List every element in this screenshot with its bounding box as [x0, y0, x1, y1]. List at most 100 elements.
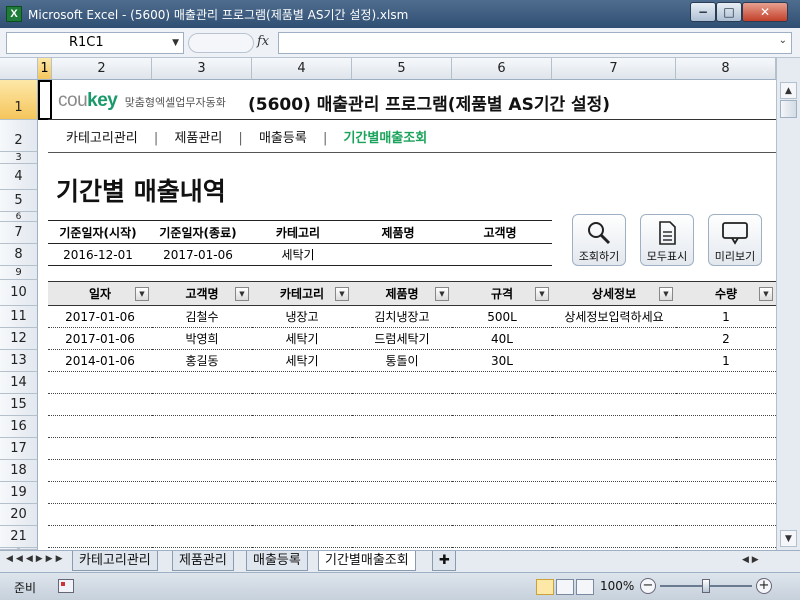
column-header[interactable]: 2	[52, 58, 152, 79]
preview-button[interactable]: 미리보기	[708, 214, 762, 266]
cell-spec[interactable]: 40L	[452, 327, 552, 350]
row-header[interactable]: 20	[0, 504, 38, 526]
nav-item-period-sales[interactable]: 기간별매출조회	[343, 131, 427, 146]
cell-product[interactable]: 김치냉장고	[352, 305, 452, 328]
cell-detail[interactable]	[552, 327, 676, 350]
vertical-scrollbar[interactable]: ▲ ▼	[776, 58, 800, 550]
page-layout-icon[interactable]	[556, 579, 574, 595]
empty-row[interactable]	[48, 525, 776, 548]
tab-navigation-icon[interactable]: ◀◀◀▶▶▶	[6, 554, 66, 564]
row-header[interactable]: 17	[0, 438, 38, 460]
cell-detail[interactable]: 상세정보입력하세요	[552, 305, 676, 328]
filter-dropdown-icon[interactable]: ▼	[535, 287, 549, 301]
row-header[interactable]: 15	[0, 394, 38, 416]
row-header[interactable]: 3	[0, 152, 38, 164]
zoom-slider-thumb[interactable]	[702, 579, 710, 593]
zoom-level[interactable]: 100%	[600, 579, 634, 593]
row-header[interactable]: 13	[0, 350, 38, 372]
column-header[interactable]: 1	[38, 58, 52, 79]
select-all-corner[interactable]	[0, 58, 38, 79]
cell-category[interactable]: 세탁기	[252, 327, 352, 350]
row-header[interactable]: 19	[0, 482, 38, 504]
maximize-button[interactable]: □	[716, 2, 742, 22]
row-header[interactable]: 1	[0, 80, 38, 120]
cell-product[interactable]: 통돌이	[352, 349, 452, 372]
row-header[interactable]: 6	[0, 212, 38, 222]
row-header[interactable]: 16	[0, 416, 38, 438]
sheet-tab-product[interactable]: 제품관리	[172, 551, 234, 571]
sheet-tab-sales-entry[interactable]: 매출등록	[246, 551, 308, 571]
show-all-button[interactable]: 모두표시	[640, 214, 694, 266]
empty-row[interactable]	[48, 437, 776, 460]
nav-item-category[interactable]: 카테고리관리	[66, 131, 138, 146]
insert-function-button[interactable]: fx	[257, 34, 269, 49]
table-row[interactable]: 2014-01-06 홍길동 세탁기 통돌이 30L 1	[48, 349, 776, 372]
expand-formula-icon[interactable]: ⌄	[779, 35, 787, 46]
scroll-down-icon[interactable]: ▼	[780, 530, 797, 547]
row-header[interactable]: 11	[0, 306, 38, 328]
cell-date[interactable]: 2014-01-06	[48, 349, 152, 372]
empty-row[interactable]	[48, 481, 776, 504]
row-header[interactable]: 4	[0, 164, 38, 190]
row-header[interactable]: 14	[0, 372, 38, 394]
table-row[interactable]: 2017-01-06 김철수 냉장고 김치냉장고 500L 상세정보입력하세요 …	[48, 305, 776, 328]
cell-customer[interactable]: 김철수	[152, 305, 252, 328]
row-header[interactable]: 12	[0, 328, 38, 350]
row-header[interactable]: 5	[0, 190, 38, 212]
cell-quantity[interactable]: 1	[676, 305, 776, 328]
sheet-tab-period-sales[interactable]: 기간별매출조회	[318, 551, 416, 571]
nav-item-product[interactable]: 제품관리	[174, 131, 222, 146]
scroll-thumb[interactable]	[780, 100, 797, 118]
cell-quantity[interactable]: 2	[676, 327, 776, 350]
cell-spec[interactable]: 500L	[452, 305, 552, 328]
scroll-up-icon[interactable]: ▲	[780, 82, 797, 99]
row-header[interactable]: 8	[0, 244, 38, 266]
row-header[interactable]: 10	[0, 280, 38, 306]
column-header[interactable]: 3	[152, 58, 252, 79]
filter-dropdown-icon[interactable]: ▼	[335, 287, 349, 301]
customer-name-field[interactable]	[448, 243, 552, 266]
zoom-in-button[interactable]: +	[756, 578, 772, 594]
filter-dropdown-icon[interactable]: ▼	[435, 287, 449, 301]
row-header[interactable]: 7	[0, 222, 38, 244]
name-box[interactable]: R1C1 ▼	[6, 32, 184, 54]
insert-sheet-icon[interactable]: ✚	[432, 551, 456, 571]
column-header[interactable]: 6	[452, 58, 552, 79]
cell-customer[interactable]: 박영희	[152, 327, 252, 350]
empty-row[interactable]	[48, 371, 776, 394]
macro-record-icon[interactable]	[58, 579, 74, 593]
cell-detail[interactable]	[552, 349, 676, 372]
cell-product[interactable]: 드럼세탁기	[352, 327, 452, 350]
cell-category[interactable]: 세탁기	[252, 349, 352, 372]
empty-row[interactable]	[48, 393, 776, 416]
close-button[interactable]: ✕	[742, 2, 788, 22]
search-button[interactable]: 조회하기	[572, 214, 626, 266]
excel-icon[interactable]: X	[6, 6, 22, 22]
page-break-icon[interactable]	[576, 579, 594, 595]
chevron-down-icon[interactable]: ▼	[172, 33, 179, 53]
row-header[interactable]: 9	[0, 266, 38, 280]
filter-dropdown-icon[interactable]: ▼	[659, 287, 673, 301]
active-cell[interactable]	[38, 80, 52, 120]
category-field[interactable]: 세탁기	[248, 243, 348, 266]
column-header[interactable]: 4	[252, 58, 352, 79]
empty-row[interactable]	[48, 459, 776, 482]
minimize-button[interactable]: −	[690, 2, 716, 22]
formula-input[interactable]: ⌄	[278, 32, 792, 54]
row-header[interactable]: 21	[0, 526, 38, 548]
cell-customer[interactable]: 홍길동	[152, 349, 252, 372]
table-row[interactable]: 2017-01-06 박영희 세탁기 드럼세탁기 40L 2	[48, 327, 776, 350]
sheet-tab-category[interactable]: 카테고리관리	[72, 551, 158, 571]
filter-dropdown-icon[interactable]: ▼	[235, 287, 249, 301]
product-name-field[interactable]	[348, 243, 448, 266]
normal-view-icon[interactable]	[536, 579, 554, 595]
filter-dropdown-icon[interactable]: ▼	[135, 287, 149, 301]
filter-dropdown-icon[interactable]: ▼	[759, 287, 773, 301]
cell-category[interactable]: 냉장고	[252, 305, 352, 328]
cell-date[interactable]: 2017-01-06	[48, 305, 152, 328]
empty-row[interactable]	[48, 503, 776, 526]
nav-item-sales-entry[interactable]: 매출등록	[259, 131, 307, 146]
cell-spec[interactable]: 30L	[452, 349, 552, 372]
cell-quantity[interactable]: 1	[676, 349, 776, 372]
zoom-out-button[interactable]: −	[640, 578, 656, 594]
